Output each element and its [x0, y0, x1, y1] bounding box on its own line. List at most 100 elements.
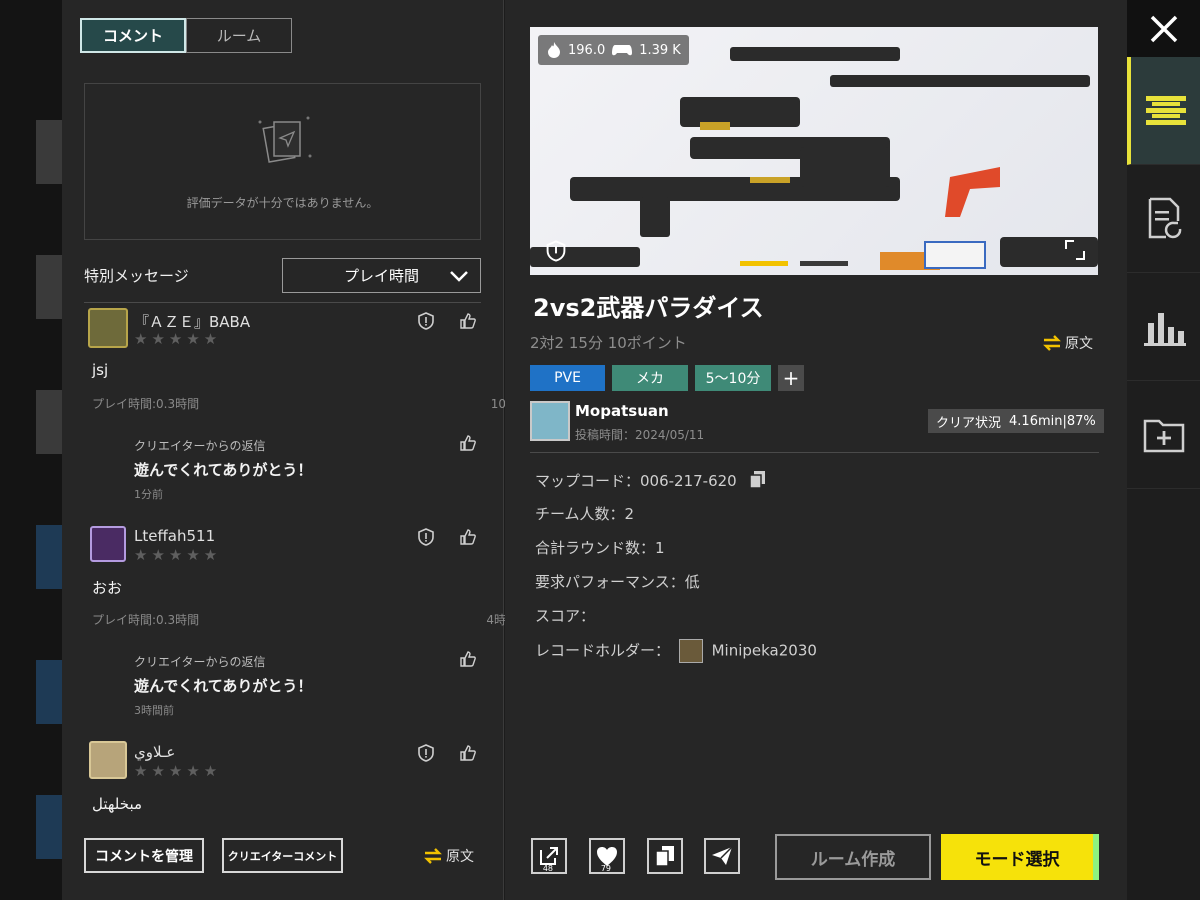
reply-time: 3時間前 — [134, 704, 174, 717]
thumbs-up-icon[interactable] — [458, 311, 478, 331]
gamepad-icon — [612, 45, 633, 56]
list-icon — [1145, 95, 1186, 125]
report-icon[interactable] — [416, 527, 436, 547]
rating-empty-state: 評価データが十分ではありません。 — [84, 83, 481, 240]
stats-chip: 196.0 1.39 K — [538, 35, 689, 65]
root: コメント ルーム 評価データが十分ではありません。 特別メッセージ プレイ時間 … — [0, 0, 1200, 900]
tag-duration[interactable]: 5〜10分 — [695, 365, 771, 391]
divider — [84, 302, 481, 303]
comment-author: Lteffah511 — [134, 527, 216, 545]
map-preview-image[interactable]: 196.0 1.39 K — [530, 27, 1098, 275]
empty-message: 評価データが十分ではありません。 — [186, 196, 379, 210]
original-text-toggle[interactable]: 原文 — [422, 846, 474, 866]
nav-add-folder[interactable] — [1127, 381, 1200, 489]
swap-icon — [1043, 335, 1061, 351]
play-time: プレイ時間:0.3時間 — [92, 397, 200, 411]
like-count: 79 — [600, 864, 611, 873]
create-room-button[interactable]: ルーム作成 — [775, 834, 931, 880]
close-icon — [1150, 15, 1177, 42]
nav-log[interactable] — [1127, 165, 1200, 273]
share-button[interactable]: 48 — [531, 838, 567, 874]
background-thumb — [36, 255, 64, 319]
copy-button[interactable] — [647, 838, 683, 874]
add-tag-button[interactable]: + — [778, 365, 804, 391]
comment-text: おお — [92, 579, 123, 597]
detail-panel: 196.0 1.39 K 2vs2武器パラダイス 2対2 15分 10ポイント … — [505, 0, 1127, 900]
author-name[interactable]: Mopatsuan — [575, 402, 669, 420]
background-list — [0, 0, 64, 900]
thumbs-up-icon[interactable] — [458, 433, 478, 453]
tag-pve[interactable]: PVE — [530, 365, 605, 391]
like-button[interactable]: 79 — [589, 838, 625, 874]
nav-stats[interactable] — [1127, 273, 1200, 381]
thumbs-up-icon[interactable] — [458, 743, 478, 763]
clear-status: クリア状況 4.16min|87% — [928, 409, 1104, 433]
reply-title: クリエイターからの返信 — [134, 439, 266, 453]
author-avatar[interactable] — [530, 401, 570, 441]
tab-rooms[interactable]: ルーム — [186, 18, 292, 53]
close-button[interactable] — [1127, 0, 1200, 57]
creator-comment-button[interactable]: クリエイターコメント — [222, 838, 343, 873]
folder-add-icon — [1143, 419, 1184, 452]
comment-text: مبخلهتل — [92, 795, 143, 813]
original-text-label: 原文 — [446, 849, 474, 865]
bar-chart-icon — [1143, 312, 1186, 346]
team-size: チーム人数：2 — [535, 505, 635, 523]
share-count: 48 — [542, 864, 553, 873]
report-icon[interactable] — [416, 311, 436, 331]
flame-icon — [548, 42, 560, 58]
avatar[interactable] — [88, 308, 128, 348]
rating-stars: ★★★★★ — [134, 762, 222, 780]
map-title: 2vs2武器パラダイス — [533, 294, 764, 322]
record-holder-row: レコードホルダー： Minipeka2030 — [535, 639, 817, 663]
documents-icon — [655, 846, 674, 867]
avatar[interactable] — [90, 526, 126, 562]
reply-time: 1分前 — [134, 488, 163, 501]
tab-bar: コメント ルーム — [80, 18, 292, 53]
report-icon[interactable] — [416, 743, 436, 763]
tag-mecha[interactable]: メカ — [612, 365, 688, 391]
performance-requirement: 要求パフォーマンス：低 — [535, 573, 700, 591]
background-thumb — [36, 795, 64, 859]
record-holder-name[interactable]: Minipeka2030 — [712, 642, 817, 660]
thumbs-up-icon[interactable] — [458, 527, 478, 547]
copy-icon[interactable] — [748, 469, 768, 489]
clear-status-value: 4.16min|87% — [1009, 413, 1096, 429]
comment-author: عـلاوي — [134, 743, 176, 761]
total-rounds: 合計ラウンド数：1 — [535, 539, 665, 557]
background-thumb — [36, 660, 64, 724]
rating-stars: ★★★★★ — [134, 330, 222, 348]
comment-author: 『ＡＺＥ』BABA — [134, 313, 251, 331]
avatar[interactable] — [89, 741, 127, 779]
players-value: 1.39 K — [639, 42, 681, 58]
side-navigation — [1127, 0, 1200, 720]
original-text-toggle[interactable]: 原文 — [1041, 333, 1093, 353]
sort-selected: プレイ時間 — [343, 267, 419, 285]
map-subtitle: 2対2 15分 10ポイント — [530, 334, 687, 352]
sort-dropdown[interactable]: プレイ時間 — [282, 258, 481, 293]
nav-details[interactable] — [1127, 57, 1200, 165]
chevron-down-icon — [450, 271, 468, 282]
background-thumb — [36, 390, 64, 454]
special-message-label: 特別メッセージ — [84, 267, 189, 285]
shield-icon[interactable] — [544, 239, 568, 263]
document-refresh-icon — [1148, 197, 1181, 238]
post-date: 投稿時間：2024/05/11 — [575, 428, 705, 442]
reply-text: 遊んでくれてありがとう！ — [134, 461, 313, 479]
select-mode-button[interactable]: モード選択 — [941, 834, 1099, 880]
send-button[interactable] — [704, 838, 740, 874]
clear-status-label: クリア状況 — [936, 415, 1002, 431]
fullscreen-icon[interactable] — [1062, 237, 1088, 263]
map-code-row: マップコード：006-217-620 — [535, 469, 768, 491]
reply-text: 遊んでくれてありがとう！ — [134, 677, 313, 695]
heat-value: 196.0 — [568, 42, 606, 58]
manage-comments-button[interactable]: コメントを管理 — [84, 838, 204, 873]
thumbs-up-icon[interactable] — [458, 649, 478, 669]
background-thumb — [36, 525, 64, 589]
reply-title: クリエイターからの返信 — [134, 655, 266, 669]
divider — [530, 452, 1099, 453]
record-holder-avatar[interactable] — [678, 639, 703, 663]
play-time: プレイ時間:0.3時間 — [92, 613, 200, 627]
map-code: マップコード：006-217-620 — [535, 472, 737, 490]
tab-comments[interactable]: コメント — [80, 18, 186, 53]
